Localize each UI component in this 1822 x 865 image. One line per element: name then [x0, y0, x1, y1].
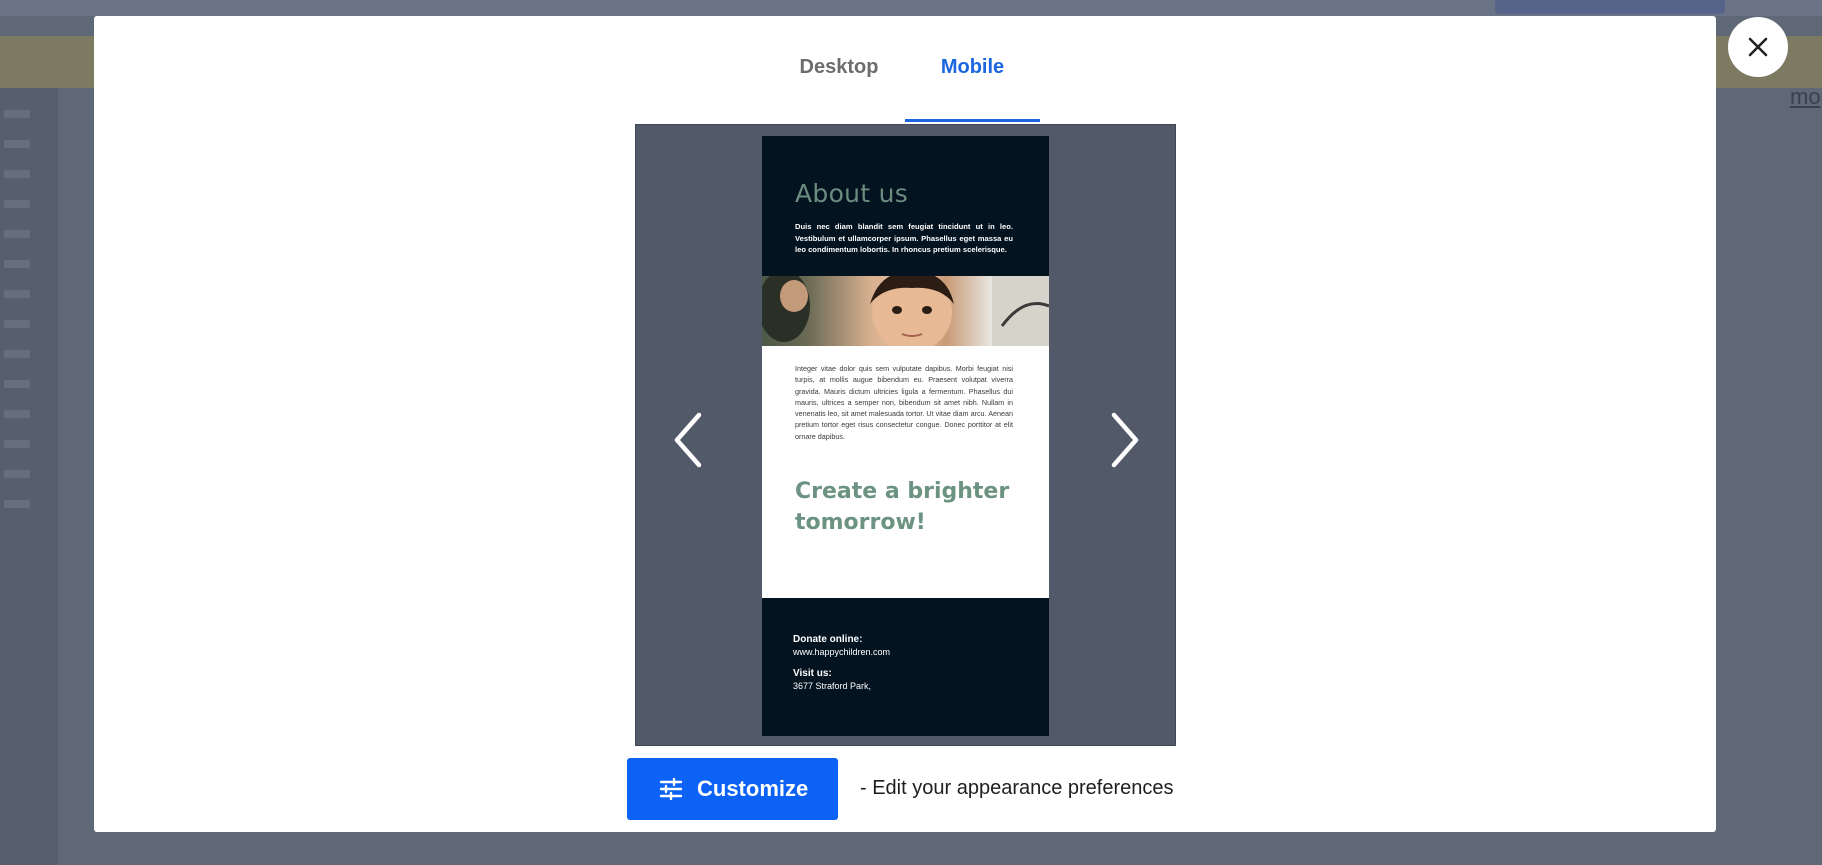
- visit-label: Visit us:: [793, 668, 832, 679]
- tab-mobile[interactable]: Mobile: [905, 48, 1040, 122]
- body-text: Integer vitae dolor quis sem vulputate d…: [795, 364, 1013, 441]
- chevron-left-icon: [674, 412, 702, 468]
- email-preview-pane: About us Duis nec diam blandit sem feugi…: [635, 124, 1176, 746]
- visit-address: 3677 Straford Park,: [793, 681, 872, 691]
- about-section: About us Duis nec diam blandit sem feugi…: [762, 136, 1049, 276]
- chevron-right-icon: [1111, 412, 1139, 468]
- background-banner-link: mo: [1790, 84, 1821, 109]
- close-button[interactable]: [1728, 17, 1788, 77]
- background-sidebar: [0, 88, 58, 865]
- close-icon: [1748, 37, 1768, 57]
- previous-button[interactable]: [664, 407, 712, 473]
- background-header-button: [1495, 0, 1725, 14]
- sliders-icon: [659, 778, 683, 800]
- donate-label: Donate online:: [793, 634, 863, 645]
- about-title: About us: [795, 179, 909, 208]
- about-text: Duis nec diam blandit sem feugiat tincid…: [795, 222, 1013, 254]
- customize-label: Customize: [697, 776, 809, 801]
- next-button[interactable]: [1101, 407, 1149, 473]
- child-photo: [762, 276, 1049, 346]
- cta-heading: Create a brighter tomorrow!: [795, 479, 1010, 536]
- customize-hint: - Edit your appearance preferences: [860, 777, 1174, 799]
- donate-url: www.happychildren.com: [793, 647, 891, 657]
- customize-button[interactable]: Customize: [627, 758, 838, 820]
- footer-section: Donate online: www.happychildren.com Vis…: [762, 598, 1049, 736]
- body-section: Integer vitae dolor quis sem vulputate d…: [762, 346, 1049, 598]
- view-tabs: Desktop Mobile: [94, 48, 1716, 122]
- preview-modal: Desktop Mobile About us Duis nec diam bl…: [94, 16, 1716, 832]
- tab-desktop[interactable]: Desktop: [794, 48, 884, 122]
- mobile-email-preview: About us Duis nec diam blandit sem feugi…: [762, 136, 1049, 736]
